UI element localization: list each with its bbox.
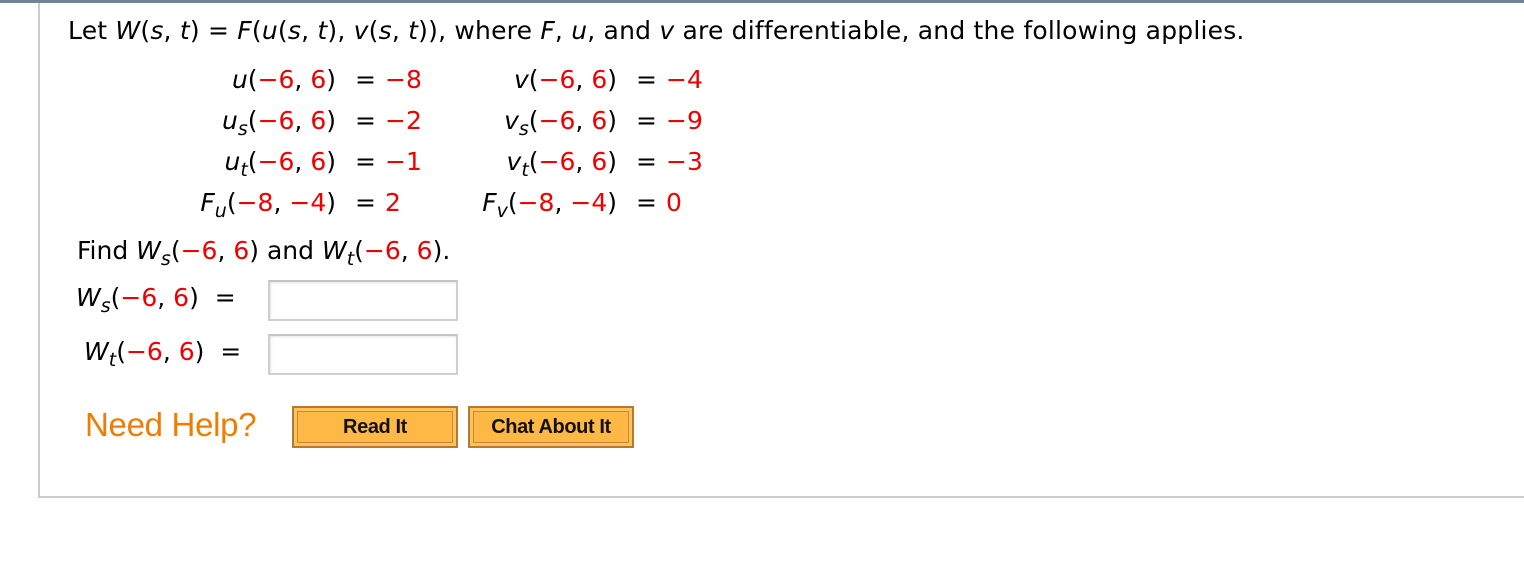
answer-input-ws[interactable]: [268, 280, 458, 321]
function-name: v: [506, 147, 522, 176]
arg-value: −6: [257, 65, 295, 94]
function-name: F: [482, 188, 497, 217]
function-name: F: [200, 188, 215, 217]
arg-value: −8: [236, 188, 274, 217]
var-v: v: [659, 16, 675, 45]
var-W: W: [84, 337, 109, 366]
answer-input-wt[interactable]: [268, 334, 458, 375]
given-value: 0: [666, 188, 682, 217]
given-value: −1: [385, 147, 422, 176]
arg-value: −6: [538, 65, 576, 94]
arg-value: −6: [125, 337, 163, 366]
function-name: u: [224, 147, 241, 176]
arg-value: −6: [180, 236, 218, 265]
statement-text: ,: [554, 16, 572, 45]
var-W: W: [321, 236, 347, 265]
subscript: s: [100, 295, 111, 317]
given-lhs: us(−6, 6): [222, 106, 336, 140]
equals: =: [636, 188, 657, 217]
given-lhs: Fv(−8, −4): [482, 188, 617, 222]
equals: =: [636, 147, 657, 176]
arg-value: 6: [416, 236, 433, 265]
arg-value: −6: [257, 147, 295, 176]
var-W: W: [115, 16, 141, 45]
given-value: −4: [666, 65, 703, 94]
var-F: F: [237, 16, 252, 45]
chat-about-it-button[interactable]: Chat About It: [468, 406, 634, 448]
subscript: t: [346, 248, 355, 270]
read-it-button[interactable]: Read It: [292, 406, 458, 448]
var-u: u: [571, 16, 588, 45]
arg-value: 6: [233, 236, 250, 265]
equals: =: [355, 147, 376, 176]
given-lhs: vs(−6, 6): [504, 106, 617, 140]
statement-text: , where: [438, 16, 541, 45]
given-value: −9: [666, 106, 703, 135]
arg-value: 6: [591, 147, 608, 176]
function-name: u: [222, 106, 238, 135]
equals: =: [355, 188, 376, 217]
arg-value: −6: [120, 283, 158, 312]
subscript: u: [214, 200, 227, 222]
statement-text: , and: [587, 16, 660, 45]
arg-value: −6: [538, 106, 576, 135]
subscript: t: [240, 159, 248, 181]
arg-value: 6: [591, 106, 608, 135]
need-help-label: Need Help?: [85, 406, 257, 443]
subscript: t: [108, 349, 117, 371]
given-lhs: ut(−6, 6): [224, 147, 336, 181]
find-text: and: [259, 236, 322, 265]
subscript: t: [521, 159, 529, 181]
var-W: W: [136, 236, 161, 265]
statement-text: are differentiable, and the following ap…: [674, 16, 1245, 45]
answer-label-wt: Wt(−6, 6) =: [84, 337, 242, 371]
subscript: s: [518, 118, 529, 140]
arg-value: −4: [570, 188, 608, 217]
given-value: 2: [385, 188, 401, 217]
subscript: v: [496, 200, 508, 222]
answer-label-ws: Ws(−6, 6) =: [76, 283, 236, 317]
function-name: u: [231, 65, 248, 94]
find-text: .: [442, 236, 451, 265]
arg-value: −6: [538, 147, 576, 176]
function-name: v: [514, 65, 529, 94]
given-value: −2: [385, 106, 422, 135]
equals: =: [636, 106, 657, 135]
statement-text: (s, t): [140, 16, 200, 45]
arg-value: 6: [310, 65, 327, 94]
arg-value: 6: [591, 65, 608, 94]
arg-value: −6: [257, 106, 295, 135]
arg-value: 6: [310, 147, 327, 176]
statement-text: (u(s, t), v(s, t)): [251, 16, 439, 45]
arg-value: 6: [173, 283, 190, 312]
var-F: F: [540, 16, 555, 45]
given-lhs: u(−6, 6): [231, 65, 336, 94]
arg-value: 6: [178, 337, 195, 366]
arg-value: −6: [363, 236, 401, 265]
arg-value: −4: [289, 188, 327, 217]
equals: =: [199, 16, 238, 45]
subscript: s: [160, 248, 171, 270]
statement-text: Let: [68, 16, 116, 45]
equals: =: [355, 106, 376, 135]
function-name: v: [504, 106, 519, 135]
given-value: −8: [385, 65, 422, 94]
find-prompt: Find Ws(−6, 6) and Wt(−6, 6).: [77, 236, 451, 270]
given-value: −3: [666, 147, 703, 176]
arg-value: 6: [310, 106, 327, 135]
find-text: Find: [77, 236, 137, 265]
given-lhs: Fu(−8, −4): [200, 188, 336, 222]
equals: =: [355, 65, 376, 94]
arg-value: −8: [517, 188, 555, 217]
equals: =: [636, 65, 657, 94]
given-lhs: v(−6, 6): [514, 65, 617, 94]
problem-statement: Let W(s, t) = F(u(s, t), v(s, t)), where…: [68, 16, 1245, 45]
var-W: W: [76, 283, 101, 312]
given-lhs: vt(−6, 6): [506, 147, 617, 181]
subscript: s: [237, 118, 248, 140]
